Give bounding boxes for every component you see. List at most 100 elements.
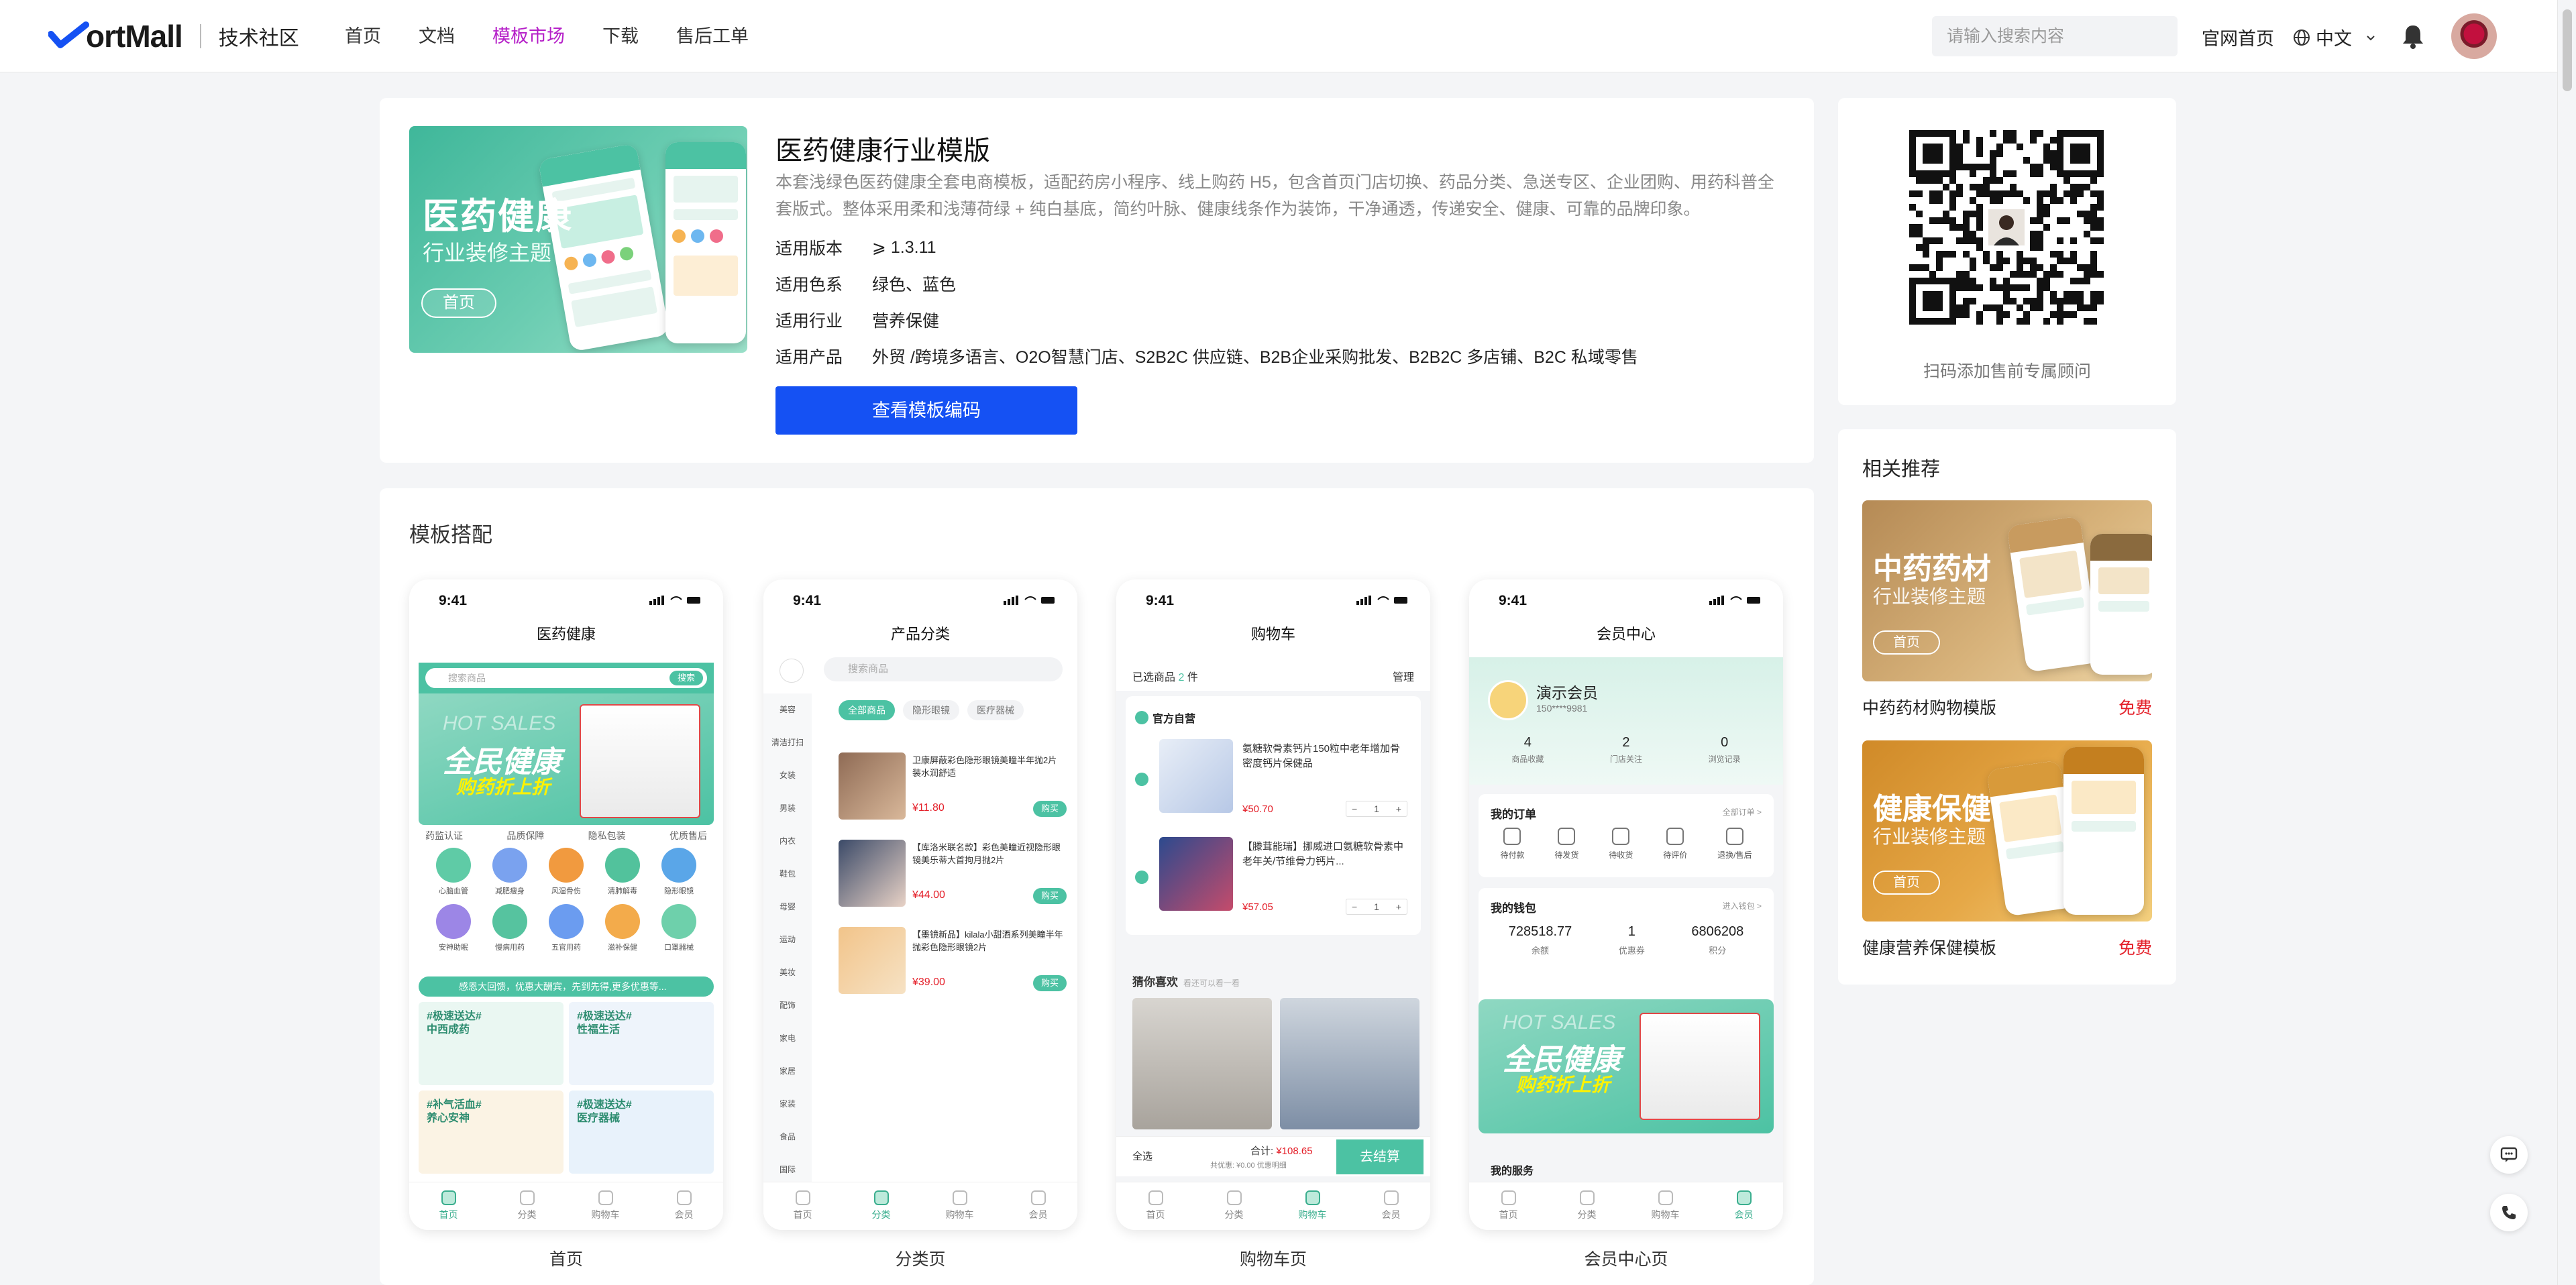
phone-label: 购物车页 — [1239, 1250, 1307, 1269]
category-side-item: 女装 — [779, 771, 796, 780]
related-item-image[interactable]: 健康保健 行业装修主题 首页 — [1862, 740, 2152, 921]
phone-tab: 分类 — [861, 1190, 902, 1230]
spec-row: 适用产品 外贸 /跨境多语言、O2O智慧门店、S2B2C 供应链、B2B企业采购批… — [775, 338, 1638, 374]
related-recommendations: 相关推荐 中药药材 行业装修主题 首页 中药药材购物模版 免费 健康保健 行业装… — [1838, 429, 2176, 985]
bell-icon[interactable] — [2400, 23, 2426, 50]
my-orders: 我的订单 全部订单 > 待付款 待发货 待收货 待评价 退换/售后 — [1479, 794, 1774, 877]
view-template-code-button[interactable]: 查看模板编码 — [775, 386, 1077, 435]
official-site-link[interactable]: 官网首页 — [2202, 24, 2274, 50]
banner-subtitle: 行业装修主题 — [423, 241, 552, 265]
service-tag: 隐私包装 — [588, 830, 626, 841]
language-selector[interactable]: 中文 — [2293, 24, 2381, 50]
related-item-meta: 健康营养保健模板 免费 — [1862, 935, 2152, 959]
category-search-input: 搜索商品 — [824, 657, 1063, 681]
chat-button[interactable] — [2490, 1136, 2528, 1174]
category-item: 口罩器械 — [651, 904, 707, 952]
phone-tab: 会员 — [1724, 1190, 1764, 1230]
category-chips: 全部商品 隐形眼镜 医疗器械 — [839, 700, 1024, 720]
banner-phone-preview — [665, 142, 746, 343]
phone-preview-category[interactable]: 9:41 产品分类 搜索商品 美容 清洁打扫 女装 男装 内衣 鞋包 母婴 运动… — [763, 579, 1077, 1230]
category-item: 风湿骨伤 — [538, 848, 594, 896]
cart-summary-bar: 已选商品 2 件 管理 — [1132, 672, 1414, 683]
banner-phone-preview — [537, 143, 670, 352]
category-side-item: 鞋包 — [779, 869, 796, 879]
qr-caption: 扫码添加售前专属顾问 — [1923, 362, 2091, 381]
nav-link-support-ticket[interactable]: 售后工单 — [676, 24, 749, 48]
section-title: 模板搭配 — [409, 523, 492, 547]
spec-value: 绿色、蓝色 — [872, 276, 957, 294]
avatar[interactable] — [2451, 13, 2497, 59]
spec-value: 营养保健 — [872, 312, 940, 331]
signal-battery-icon — [1709, 596, 1760, 605]
related-item-image-button: 首页 — [1873, 630, 1940, 655]
status-time: 9:41 — [439, 593, 468, 608]
phone-call-button[interactable] — [2490, 1194, 2528, 1231]
related-item-price: 免费 — [2118, 939, 2152, 958]
phone-tabbar: 首页 分类 购物车 会员 — [1469, 1182, 1783, 1230]
status-bar: 9:41 — [409, 579, 723, 620]
recommend-image — [1132, 998, 1272, 1129]
product-item: 卫康屏蔽彩色隐形眼镜美瞳半年抛2片装水润舒适 ¥11.80 购买 — [839, 752, 1067, 828]
phone-tab: 会员 — [1371, 1190, 1411, 1230]
spec-row: 适用行业 营养保健 — [775, 302, 1638, 338]
nav-link-download[interactable]: 下载 — [602, 24, 639, 48]
related-item[interactable]: 中药药材 行业装修主题 首页 中药药材购物模版 免费 — [1862, 500, 2152, 719]
logo-text: ortMall — [86, 19, 183, 54]
spec-key: 适用版本 — [775, 239, 843, 258]
cart-item: 【滕茸能瑞】挪威进口氨糖软骨素中老年关/节维骨力钙片... ¥57.05 −1 + — [1135, 837, 1417, 924]
service-tag: 药监认证 — [425, 830, 463, 841]
signal-battery-icon — [649, 596, 700, 605]
scrollbar-thumb[interactable] — [2563, 9, 2572, 91]
spec-row: 适用色系 绿色、蓝色 — [775, 266, 1638, 302]
nav-link-home[interactable]: 首页 — [345, 24, 381, 48]
hero-tag: HOT SALES — [443, 712, 556, 734]
phone-header-title: 购物车 — [1250, 626, 1295, 642]
phone-icon — [2502, 1206, 2516, 1219]
hero-subtitle: 购药折上折 — [456, 777, 551, 797]
member-header-bg — [1469, 657, 1783, 785]
qr-card: 扫码添加售前专属顾问 — [1838, 98, 2176, 405]
cart-shop-block: 官方自营 氨糖软骨素钙片150粒中老年增加骨密度钙片保健品 ¥50.70 −1 +… — [1126, 696, 1421, 935]
member-name: 演示会员 — [1536, 684, 1598, 702]
phone-tab: 首页 — [429, 1190, 469, 1230]
template-detail-card: 医药健康 行业装修主题 首页 医药健康行业模版 本套浅绿色医药健康全套电商模板，… — [380, 98, 1814, 463]
nav-link-template-market[interactable]: 模板市场 — [492, 24, 565, 48]
language-label: 中文 — [2316, 29, 2352, 49]
phone-label: 会员中心页 — [1584, 1250, 1668, 1269]
home-icon — [780, 659, 804, 683]
home-search-placeholder: 搜索商品 — [448, 673, 486, 683]
category-chip: 隐形眼镜 — [903, 700, 959, 720]
template-description: 本套浅绿色医药健康全套电商模板，适配药房小程序、线上购药 H5，包含首页门店切换… — [775, 173, 1774, 219]
category-side-item: 清洁打扫 — [771, 738, 804, 747]
category-chip: 医疗器械 — [967, 700, 1024, 720]
globe-icon — [2294, 29, 2310, 46]
related-item-image-title: 中药药材 — [1873, 553, 1991, 585]
cart-checkout-bar: 全选 合计: ¥108.65 共优惠: ¥0.00 优惠明细 去结算 — [1116, 1136, 1430, 1176]
related-item-name[interactable]: 中药药材购物模版 — [1862, 695, 1996, 719]
category-grid: 心脑血管 减肥瘦身 风湿骨伤 清肺解毒 隐形眼镜 安神助眠 慢病用药 五官用药 … — [425, 848, 707, 952]
logo[interactable]: ortMall 技术社区 — [48, 17, 299, 55]
logo-check-icon — [48, 21, 89, 48]
category-side-item: 美容 — [779, 705, 796, 714]
category-item: 隐形眼镜 — [651, 848, 707, 896]
phone-preview-member[interactable]: 9:41 会员中心 演示会员 150****9981 4 商品收藏 2 门店关注 0… — [1469, 579, 1783, 1230]
search-input[interactable] — [1947, 26, 2163, 46]
category-side-item: 家装 — [779, 1099, 796, 1109]
phone-preview-home[interactable]: 9:41 医药健康 HOT SALES 全民健康 购药折上折 搜索商品 搜索 药… — [409, 579, 723, 1230]
related-item-image[interactable]: 中药药材 行业装修主题 首页 — [1862, 500, 2152, 681]
related-item-meta: 中药药材购物模版 免费 — [1862, 695, 2152, 719]
related-phone-preview — [2006, 516, 2100, 673]
phone-tab: 分类 — [1567, 1190, 1607, 1230]
phone-preview-cart[interactable]: 9:41 购物车 已选商品 2 件 管理 官方自营 氨糖软骨素钙片150粒中老年… — [1116, 579, 1430, 1230]
related-item-image-title: 健康保健 — [1873, 793, 1991, 826]
related-item-name[interactable]: 健康营养保健模板 — [1862, 935, 1996, 959]
nav-link-docs[interactable]: 文档 — [419, 24, 455, 48]
phone-tab: 会员 — [664, 1190, 704, 1230]
product-item: 【库洛米联名款】彩色美瞳近视隐形眼镜美乐蒂大首拘月抛2片 ¥44.00 购买 — [839, 840, 1067, 915]
promo-tile: #极速送达# 医疗器械 — [569, 1091, 714, 1174]
related-title: 相关推荐 — [1862, 459, 1941, 480]
category-side-item: 食品 — [779, 1132, 796, 1141]
category-sidebar: 美容 清洁打扫 女装 男装 内衣 鞋包 母婴 运动 美妆 配饰 家电 家居 家装… — [763, 693, 812, 1183]
page-scrollbar[interactable] — [2557, 0, 2576, 1285]
related-item[interactable]: 健康保健 行业装修主题 首页 健康营养保健模板 免费 — [1862, 740, 2152, 959]
